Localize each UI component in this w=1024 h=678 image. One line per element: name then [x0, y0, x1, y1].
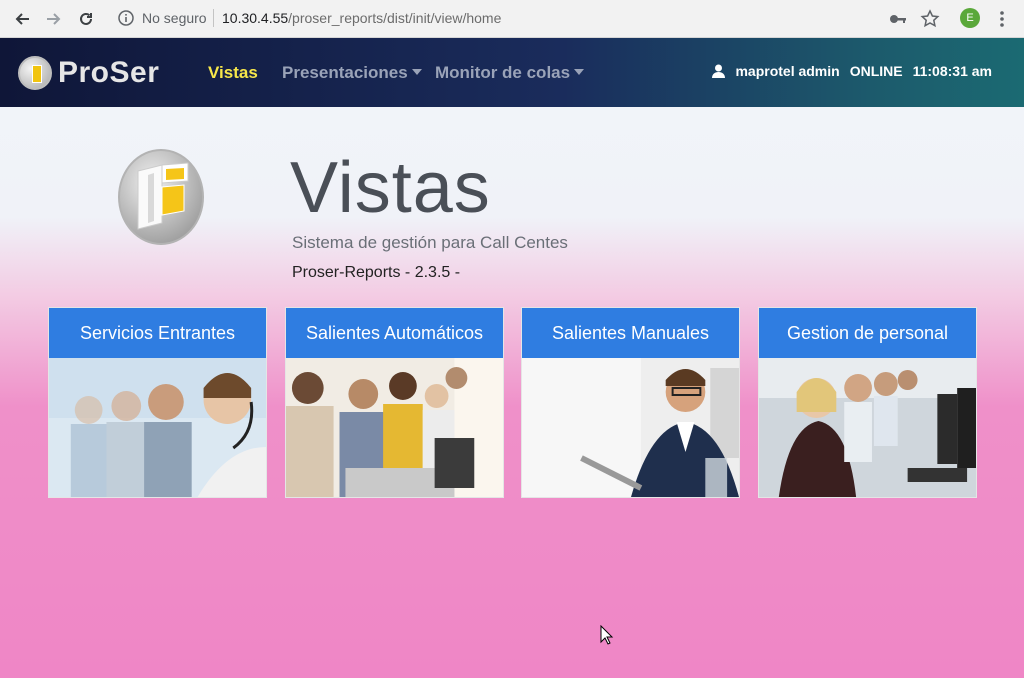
proser-emblem-icon	[118, 149, 204, 245]
key-icon[interactable]	[888, 9, 908, 29]
forward-arrow-icon[interactable]	[44, 9, 64, 29]
version-label: Proser-Reports - 2.3.5 -	[292, 264, 461, 281]
card-salientes-automaticos[interactable]: Salientes Automáticos	[285, 307, 504, 498]
nav-presentaciones-label: Presentaciones	[282, 63, 408, 82]
chevron-down-icon	[411, 69, 422, 75]
page-subtitle: Sistema de gestión para Call Centes	[292, 233, 568, 252]
card-title[interactable]: Servicios Entrantes	[49, 308, 266, 358]
browser-toolbar: No seguro 10.30.4.55/proser_reports/dist…	[0, 0, 1024, 38]
app-navbar: ProSer Vistas Presentaciones Monitor de …	[0, 38, 1024, 107]
user-status: maprotel admin ONLINE 11:08:31 am	[712, 63, 992, 79]
home-content: Vistas Sistema de gestión para Call Cent…	[0, 107, 1024, 678]
nav-monitor-de-colas[interactable]: Monitor de colas	[435, 63, 585, 83]
page-title: Vistas	[290, 148, 491, 228]
online-status: ONLINE	[849, 63, 903, 79]
proser-logo-icon	[18, 56, 52, 90]
brand[interactable]: ProSer	[18, 53, 159, 93]
url-host: 10.30.4.55	[222, 10, 289, 26]
card-gestion-de-personal[interactable]: Gestion de personal	[758, 307, 977, 498]
nav-vistas[interactable]: Vistas	[208, 63, 258, 83]
url-divider	[213, 9, 214, 27]
brand-name: ProSer	[58, 56, 160, 89]
card-title[interactable]: Salientes Manuales	[522, 308, 739, 358]
more-vert-icon[interactable]	[992, 9, 1012, 29]
back-arrow-icon[interactable]	[12, 9, 32, 29]
url-path: /proser_reports/dist/init/view/home	[288, 10, 502, 26]
reload-icon[interactable]	[76, 9, 96, 29]
nav-monitor-label: Monitor de colas	[435, 63, 571, 82]
mouse-cursor-icon	[600, 625, 614, 645]
bookmark-star-icon[interactable]	[920, 9, 940, 29]
info-icon[interactable]	[118, 10, 134, 26]
address-bar[interactable]: 10.30.4.55/proser_reports/dist/init/view…	[222, 10, 501, 26]
card-title[interactable]: Salientes Automáticos	[286, 308, 503, 358]
chevron-down-icon	[574, 69, 585, 75]
card-image[interactable]	[522, 358, 739, 497]
card-salientes-manuales[interactable]: Salientes Manuales	[521, 307, 740, 498]
profile-avatar[interactable]: E	[960, 8, 980, 28]
card-title[interactable]: Gestion de personal	[759, 308, 976, 358]
nav-presentaciones[interactable]: Presentaciones	[282, 63, 422, 83]
card-servicios-entrantes[interactable]: Servicios Entrantes	[48, 307, 267, 498]
username[interactable]: maprotel admin	[735, 63, 839, 79]
security-label[interactable]: No seguro	[142, 10, 207, 26]
card-image[interactable]	[49, 358, 266, 497]
card-image[interactable]	[759, 358, 976, 497]
card-image[interactable]	[286, 358, 503, 497]
user-icon	[712, 64, 726, 78]
clock: 11:08:31 am	[912, 63, 992, 79]
